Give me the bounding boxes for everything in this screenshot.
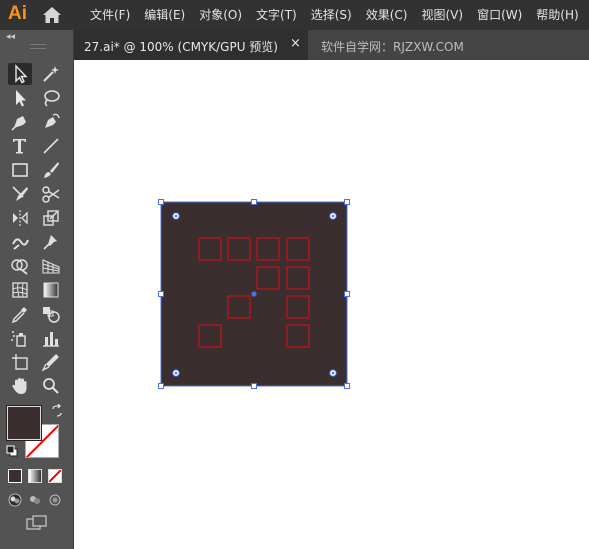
mesh-tool[interactable]: [8, 279, 32, 301]
paintbrush-tool[interactable]: [39, 159, 63, 181]
pen-tool[interactable]: [8, 111, 32, 133]
resize-handle: [344, 383, 350, 389]
menu-edit[interactable]: 编辑(E): [144, 0, 185, 30]
default-colors-icon[interactable]: [6, 445, 18, 460]
resize-handle: [158, 383, 164, 389]
center-point: [251, 291, 257, 297]
tools-panel: ◂◂: [0, 30, 74, 549]
resize-handle: [344, 291, 350, 297]
draw-behind-icon[interactable]: [28, 493, 42, 510]
menu-select[interactable]: 选择(S): [311, 0, 352, 30]
selection-tool[interactable]: [8, 63, 32, 85]
menu-object[interactable]: 对象(O): [199, 0, 242, 30]
perspective-grid-tool[interactable]: [39, 255, 63, 277]
screen-mode-icon[interactable]: [26, 515, 48, 534]
line-segment-tool[interactable]: [39, 135, 63, 157]
resize-handle: [344, 199, 350, 205]
artboard-tool[interactable]: [8, 351, 32, 373]
hand-tool[interactable]: [8, 375, 32, 397]
type-tool[interactable]: [8, 135, 32, 157]
zoom-tool[interactable]: [39, 375, 63, 397]
gradient-mode-button[interactable]: [28, 469, 42, 483]
watermark-text: 软件自学网：RJZXW.COM: [321, 40, 464, 54]
fill-color-swatch[interactable]: [7, 406, 41, 440]
symbol-sprayer-tool[interactable]: [8, 327, 32, 349]
shaper-tool[interactable]: [8, 183, 32, 205]
close-tab-button[interactable]: ×: [290, 36, 301, 51]
artboard-canvas[interactable]: [74, 60, 589, 549]
none-mode-button[interactable]: [48, 469, 62, 483]
color-mode-button[interactable]: [8, 469, 22, 483]
menu-help[interactable]: 帮助(H): [536, 0, 578, 30]
document-tab-bar: 27.ai* @ 100% (CMYK/GPU 预览) × 软件自学网：RJZX…: [74, 30, 589, 60]
menu-window[interactable]: 窗口(W): [477, 0, 522, 30]
app-logo: Ai: [8, 3, 27, 24]
draw-inside-icon[interactable]: [48, 493, 62, 510]
reflect-tool[interactable]: [8, 207, 32, 229]
collapse-panel-button[interactable]: ◂◂: [6, 32, 15, 42]
home-icon[interactable]: [42, 6, 62, 27]
slice-tool[interactable]: [39, 351, 63, 373]
rectangle-tool[interactable]: [8, 159, 32, 181]
resize-handle: [158, 291, 164, 297]
document-tab[interactable]: 27.ai* @ 100% (CMYK/GPU 预览) ×: [74, 30, 308, 60]
puppet-warp-tool[interactable]: [39, 231, 63, 253]
resize-handle: [251, 383, 257, 389]
menu-effect[interactable]: 效果(C): [366, 0, 408, 30]
menu-list: 文件(F) 编辑(E) 对象(O) 文字(T) 选择(S) 效果(C) 视图(V…: [90, 0, 589, 30]
draw-normal-icon[interactable]: [8, 493, 22, 510]
resize-handle: [158, 199, 164, 205]
gradient-tool[interactable]: [39, 279, 63, 301]
swap-fill-stroke-icon[interactable]: [50, 403, 64, 421]
panel-grip-handle[interactable]: [30, 44, 46, 49]
menu-bar: Ai 文件(F) 编辑(E) 对象(O) 文字(T) 选择(S) 效果(C) 视…: [0, 0, 589, 30]
menu-type[interactable]: 文字(T): [256, 0, 297, 30]
resize-handle: [251, 199, 257, 205]
blend-tool[interactable]: [39, 303, 63, 325]
scissors-tool[interactable]: [39, 183, 63, 205]
direct-selection-tool[interactable]: [8, 87, 32, 109]
eyedropper-tool[interactable]: [8, 303, 32, 325]
lasso-tool[interactable]: [39, 87, 63, 109]
document-tab-title: 27.ai* @ 100% (CMYK/GPU 预览): [84, 40, 278, 54]
column-graph-tool[interactable]: [39, 327, 63, 349]
shape-builder-tool[interactable]: [8, 255, 32, 277]
menu-view[interactable]: 视图(V): [421, 0, 463, 30]
warp-tool[interactable]: [8, 231, 32, 253]
curvature-tool[interactable]: [39, 111, 63, 133]
scale-tool[interactable]: [39, 207, 63, 229]
magic-wand-tool[interactable]: [39, 63, 63, 85]
menu-file[interactable]: 文件(F): [90, 0, 130, 30]
